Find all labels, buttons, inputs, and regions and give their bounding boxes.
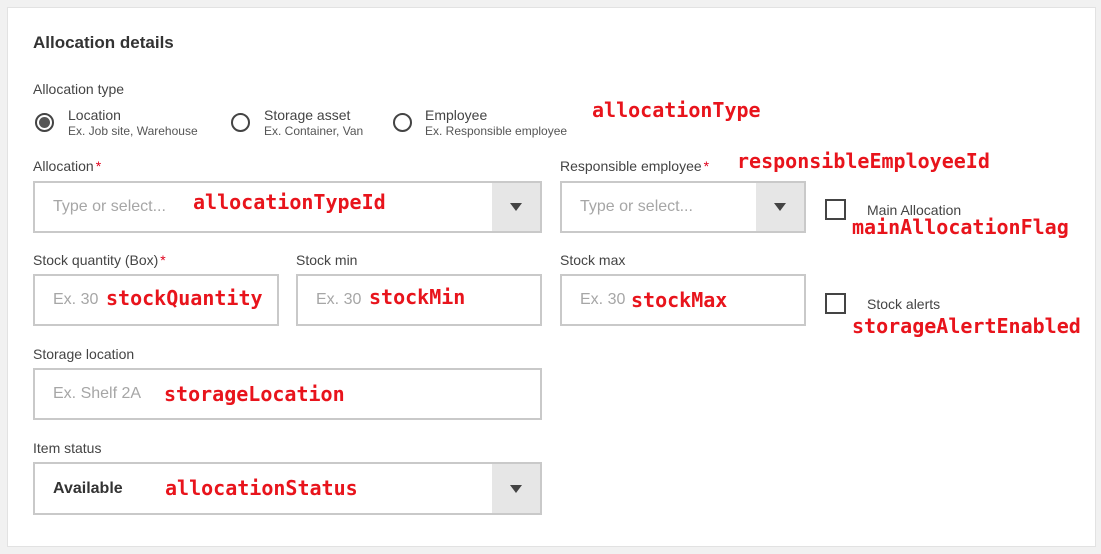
allocation-label: Allocation * xyxy=(33,158,102,174)
stock-alerts-checkbox[interactable] xyxy=(825,293,846,314)
radio-storage-asset-title: Storage asset xyxy=(264,107,351,123)
required-marker: * xyxy=(160,252,166,268)
allocation-annotation: allocationTypeId xyxy=(193,190,386,214)
main-allocation-annotation: mainAllocationFlag xyxy=(852,215,1069,239)
allocation-dropdown-button[interactable] xyxy=(492,183,540,231)
required-marker: * xyxy=(95,158,102,174)
stock-min-label: Stock min xyxy=(296,252,358,268)
responsible-employee-placeholder: Type or select... xyxy=(580,198,693,215)
radio-selected-dot xyxy=(39,117,50,128)
chevron-down-icon xyxy=(774,203,786,211)
allocation-type-label: Allocation type xyxy=(33,81,125,97)
item-status-label: Item status xyxy=(33,440,102,456)
stock-alerts-annotation: storageAlertEnabled xyxy=(852,314,1081,338)
radio-location-title: Location xyxy=(68,107,121,123)
allocation-type-annotation: allocationType xyxy=(592,98,761,122)
stock-quantity-label: Stock quantity (Box) * xyxy=(33,252,166,268)
responsible-employee-label: Responsible employee * xyxy=(560,158,710,174)
radio-employee-title: Employee xyxy=(425,107,488,123)
stock-max-annotation: stockMax xyxy=(631,288,728,312)
storage-location-annotation: storageLocation xyxy=(164,382,345,406)
radio-employee[interactable] xyxy=(393,113,412,132)
responsible-employee-combobox[interactable]: Type or select... xyxy=(560,181,806,233)
item-status-annotation: allocationStatus xyxy=(165,476,358,500)
chevron-down-icon xyxy=(510,484,522,493)
radio-location-subtitle: Ex. Job site, Warehouse xyxy=(68,124,198,138)
section-title: Allocation details xyxy=(33,33,174,52)
item-status-dropdown-button[interactable] xyxy=(492,464,540,513)
radio-location[interactable] xyxy=(35,113,54,132)
responsible-employee-dropdown-button[interactable] xyxy=(756,183,804,231)
radio-employee-subtitle: Ex. Responsible employee xyxy=(425,124,568,138)
stock-quantity-annotation: stockQuantity xyxy=(106,286,263,310)
stock-max-label: Stock max xyxy=(560,252,626,268)
radio-storage-asset[interactable] xyxy=(231,113,250,132)
chevron-down-icon xyxy=(510,203,522,211)
radio-storage-asset-subtitle: Ex. Container, Van xyxy=(264,124,364,138)
required-marker: * xyxy=(703,158,710,174)
stock-min-annotation: stockMin xyxy=(369,285,466,309)
storage-location-label: Storage location xyxy=(33,346,135,362)
main-allocation-checkbox[interactable] xyxy=(825,199,846,220)
responsible-employee-annotation: responsibleEmployeeId xyxy=(737,149,990,173)
stock-alerts-label: Stock alerts xyxy=(867,296,941,312)
